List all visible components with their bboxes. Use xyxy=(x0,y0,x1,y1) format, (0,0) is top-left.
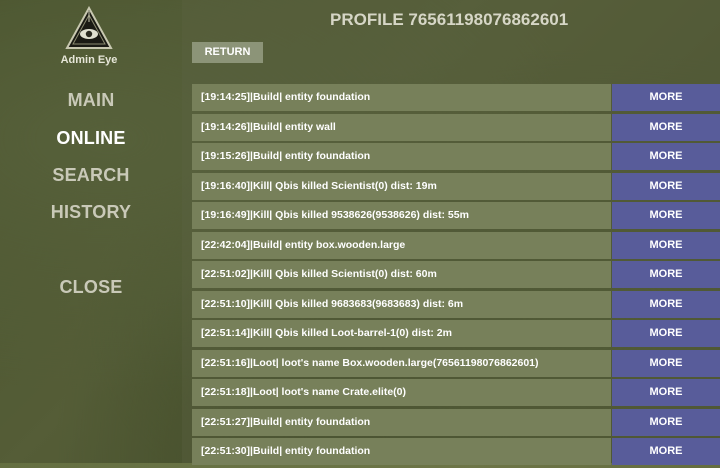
more-button[interactable]: MORE xyxy=(612,231,720,259)
log-list: [19:14:25]|Build| entity foundation MORE… xyxy=(192,84,720,468)
log-entry: [19:16:40]|Kill| Qbis killed Scientist(0… xyxy=(192,172,611,200)
log-row: [22:51:14]|Kill| Qbis killed Loot-barrel… xyxy=(192,320,720,347)
log-row: [22:51:27]|Build| entity foundation MORE xyxy=(192,408,720,436)
log-entry: [19:15:26]|Build| entity foundation xyxy=(192,143,611,170)
logo-label: Admin Eye xyxy=(60,54,118,66)
sidebar: Admin Eye MAIN ONLINE SEARCH HISTORY CLO… xyxy=(0,0,182,463)
more-button[interactable]: MORE xyxy=(612,408,720,436)
log-row: [19:16:40]|Kill| Qbis killed Scientist(0… xyxy=(192,172,720,200)
more-button[interactable]: MORE xyxy=(612,84,720,111)
nav-online[interactable]: ONLINE xyxy=(0,128,182,149)
log-entry: [22:51:18]|Loot| loot's name Crate.elite… xyxy=(192,379,611,406)
log-entry: [22:51:27]|Build| entity foundation xyxy=(192,408,611,436)
log-entry: [22:51:02]|Kill| Qbis killed Scientist(0… xyxy=(192,261,611,288)
log-entry: [19:16:49]|Kill| Qbis killed 9538626(953… xyxy=(192,202,611,229)
more-button[interactable]: MORE xyxy=(612,202,720,229)
nav-search[interactable]: SEARCH xyxy=(0,165,182,186)
more-button[interactable]: MORE xyxy=(612,438,720,465)
log-row: [19:14:25]|Build| entity foundation MORE xyxy=(192,84,720,111)
nav-close[interactable]: CLOSE xyxy=(0,277,182,298)
log-entry: [22:51:10]|Kill| Qbis killed 9683683(968… xyxy=(192,290,611,318)
main-panel: PROFILE 76561198076862601 RETURN [19:14:… xyxy=(182,0,720,465)
log-row: [22:51:18]|Loot| loot's name Crate.elite… xyxy=(192,379,720,406)
more-button[interactable]: MORE xyxy=(612,320,720,347)
nav-main[interactable]: MAIN xyxy=(0,90,182,111)
log-entry: [22:51:30]|Build| entity foundation xyxy=(192,438,611,465)
log-entry: [22:51:16]|Loot| loot's name Box.wooden.… xyxy=(192,349,611,377)
log-row: [22:51:02]|Kill| Qbis killed Scientist(0… xyxy=(192,261,720,288)
log-row: [19:16:49]|Kill| Qbis killed 9538626(953… xyxy=(192,202,720,229)
more-button[interactable]: MORE xyxy=(612,349,720,377)
more-button[interactable]: MORE xyxy=(612,143,720,170)
page-title: PROFILE 76561198076862601 xyxy=(330,10,569,29)
log-entry: [19:14:26]|Build| entity wall xyxy=(192,113,611,141)
more-button[interactable]: MORE xyxy=(612,172,720,200)
nav-history[interactable]: HISTORY xyxy=(0,202,182,223)
log-entry: [22:42:04]|Build| entity box.wooden.larg… xyxy=(192,231,611,259)
log-row: [19:15:26]|Build| entity foundation MORE xyxy=(192,143,720,170)
log-entry: [19:14:25]|Build| entity foundation xyxy=(192,84,611,111)
log-row: [22:51:30]|Build| entity foundation MORE xyxy=(192,438,720,465)
log-row: [22:51:16]|Loot| loot's name Box.wooden.… xyxy=(192,349,720,377)
more-button[interactable]: MORE xyxy=(612,113,720,141)
return-button[interactable]: RETURN xyxy=(192,42,263,63)
more-button[interactable]: MORE xyxy=(612,290,720,318)
admin-eye-logo: Admin Eye xyxy=(60,6,118,66)
log-row: [19:14:26]|Build| entity wall MORE xyxy=(192,113,720,141)
log-entry: [22:51:14]|Kill| Qbis killed Loot-barrel… xyxy=(192,320,611,347)
more-button[interactable]: MORE xyxy=(612,379,720,406)
log-row: [22:42:04]|Build| entity box.wooden.larg… xyxy=(192,231,720,259)
all-seeing-eye-icon xyxy=(65,6,113,49)
more-button[interactable]: MORE xyxy=(612,261,720,288)
log-row: [22:51:10]|Kill| Qbis killed 9683683(968… xyxy=(192,290,720,318)
